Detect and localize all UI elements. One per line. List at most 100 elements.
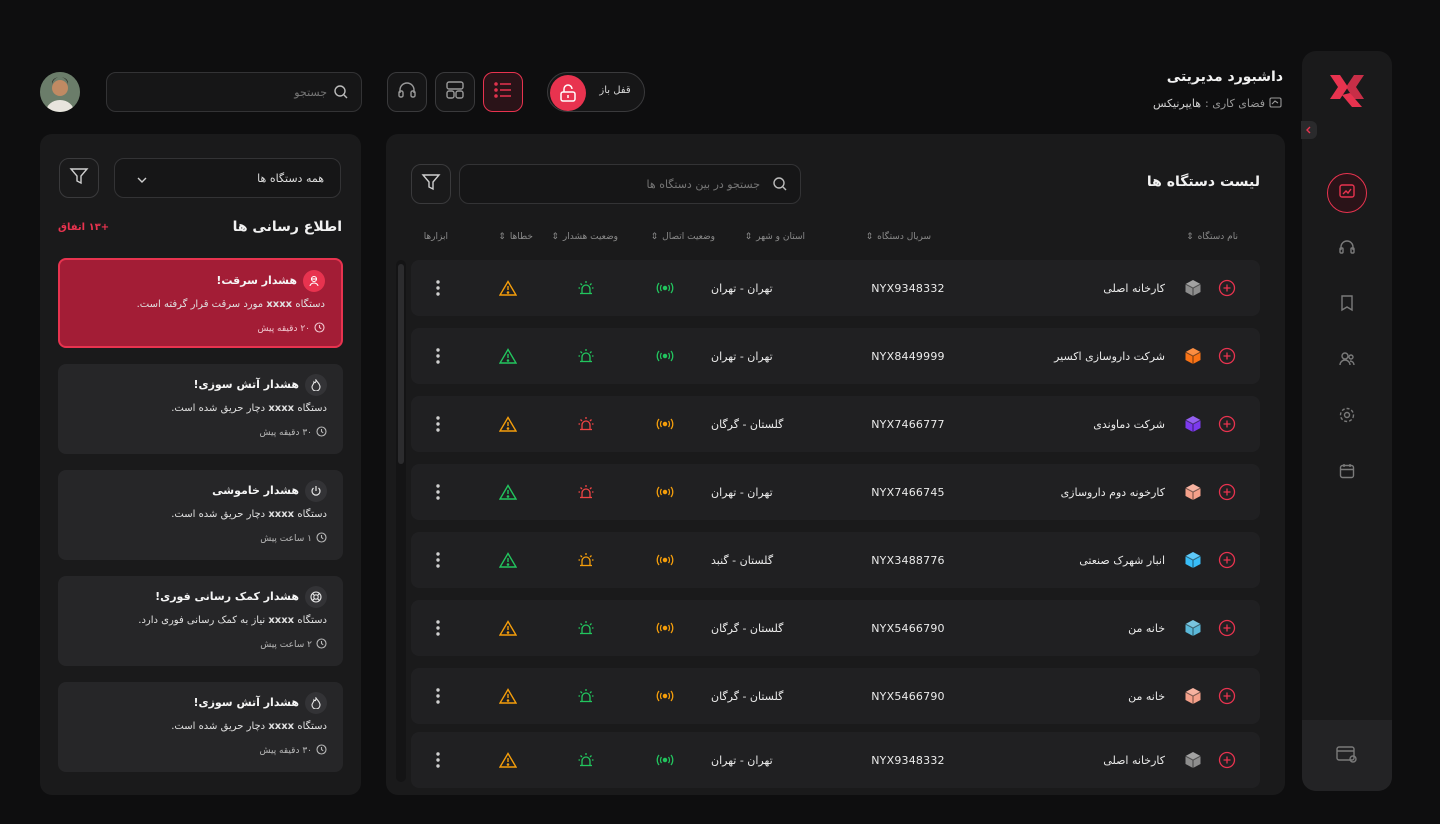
col-header-city[interactable]: استان و شهر ⇕ — [745, 232, 805, 242]
headset-icon — [397, 80, 417, 104]
sidebar-item-settings[interactable] — [1327, 397, 1367, 437]
fire-icon — [305, 374, 327, 396]
col-header-name[interactable]: نام دستگاه ⇕ — [1186, 232, 1238, 242]
more-options-icon[interactable] — [429, 732, 447, 788]
add-icon[interactable] — [1218, 600, 1236, 656]
add-icon[interactable] — [1218, 732, 1236, 788]
notification-title: هشدار خاموشی — [212, 484, 299, 497]
device-city: تهران - تهران — [711, 753, 773, 767]
device-select-value: همه دستگاه ها — [257, 172, 324, 185]
more-options-icon[interactable] — [429, 532, 447, 588]
notification-card[interactable]: هشدار سرقت! دستگاه xxxx مورد سرقت قرار گ… — [58, 258, 343, 348]
device-select[interactable]: همه دستگاه ها — [114, 158, 341, 198]
signal-icon — [653, 600, 677, 656]
col-header-connection[interactable]: وضعیت اتصال ⇕ — [651, 232, 715, 242]
sidebar-bottom-settings[interactable] — [1302, 720, 1392, 791]
device-serial: NYX9348332 — [871, 281, 945, 295]
device-serial: NYX3488776 — [871, 553, 945, 567]
warning-icon — [496, 328, 520, 384]
notification-filter-button[interactable] — [59, 158, 99, 198]
device-cube-icon — [1184, 732, 1202, 788]
add-icon[interactable] — [1218, 396, 1236, 452]
table-row[interactable]: کارخانه اصلی NYX9348332 تهران - تهران — [411, 732, 1260, 788]
device-city: گلستان - گنبد — [711, 553, 774, 567]
global-search[interactable] — [106, 72, 362, 112]
sidebar-item-docs[interactable] — [1327, 285, 1367, 325]
add-icon[interactable] — [1218, 260, 1236, 316]
sidebar-item-calendar[interactable] — [1327, 453, 1367, 493]
sort-icon: ⇕ — [650, 232, 659, 242]
col-header-tools: ابزارها — [423, 232, 448, 242]
notification-body: دستگاه xxxx دچار حریق شده است. — [171, 509, 327, 520]
col-header-alarm[interactable]: وضعیت هشدار ⇕ — [551, 232, 618, 242]
table-row[interactable]: خانه من NYX5466790 گلستان - گرگان — [411, 600, 1260, 656]
collapse-sidebar-button[interactable] — [1301, 121, 1317, 139]
col-header-errors[interactable]: خطاها ⇕ — [498, 232, 533, 242]
table-row[interactable]: شرکت دماوندی NYX7466777 گلستان - گرگان — [411, 396, 1260, 452]
device-filter-button[interactable] — [411, 164, 451, 204]
add-icon[interactable] — [1218, 464, 1236, 520]
more-options-icon[interactable] — [429, 260, 447, 316]
more-options-icon[interactable] — [429, 396, 447, 452]
headset-button[interactable] — [387, 72, 427, 112]
clock-icon — [316, 426, 327, 440]
sidebar-item-support[interactable] — [1327, 229, 1367, 269]
list-view-button[interactable] — [483, 72, 523, 112]
lock-toggle-button[interactable]: قفل باز — [547, 72, 645, 112]
add-icon[interactable] — [1218, 668, 1236, 724]
siren-icon — [574, 532, 598, 588]
table-row[interactable]: خانه من NYX5466790 گلستان - گرگان — [411, 668, 1260, 724]
avatar[interactable] — [40, 72, 80, 112]
device-city: تهران - تهران — [711, 349, 773, 363]
notification-card[interactable]: هشدار آتش سوزی! دستگاه xxxx دچار حریق شد… — [58, 682, 343, 772]
notification-title: هشدار سرقت! — [216, 274, 297, 287]
page-title: داشبورد مدیریتی — [1166, 69, 1283, 85]
notification-card[interactable]: هشدار کمک رسانی فوری! دستگاه xxxx نیاز ب… — [58, 576, 343, 666]
siren-icon — [574, 396, 598, 452]
sidebar-item-dashboard[interactable] — [1327, 173, 1367, 213]
table-row[interactable]: شرکت داروسازی اکسیر NYX8449999 تهران - ت… — [411, 328, 1260, 384]
table-row[interactable]: کارخونه دوم داروسازی NYX7466745 تهران - … — [411, 464, 1260, 520]
device-search-input[interactable] — [470, 165, 760, 203]
more-options-icon[interactable] — [429, 328, 447, 384]
sidebar-item-users[interactable] — [1327, 341, 1367, 381]
device-name: شرکت دماوندی — [1093, 417, 1165, 431]
notification-time: ۳۰ دقیقه پیش — [260, 744, 328, 758]
workspace-name[interactable]: هایپرنیکس — [1153, 97, 1201, 110]
device-cube-icon — [1184, 532, 1202, 588]
signal-icon — [653, 668, 677, 724]
scrollbar[interactable] — [396, 260, 406, 782]
device-city: تهران - تهران — [711, 281, 773, 295]
notification-title: هشدار کمک رسانی فوری! — [155, 590, 299, 603]
add-icon[interactable] — [1218, 532, 1236, 588]
col-header-serial[interactable]: سریال دستگاه ⇕ — [866, 232, 931, 242]
table-row[interactable]: انبار شهرک صنعتی NYX3488776 گلستان - گنب… — [411, 532, 1260, 588]
more-options-icon[interactable] — [429, 600, 447, 656]
device-serial: NYX9348332 — [871, 753, 945, 767]
sort-icon: ⇕ — [551, 232, 559, 242]
more-options-icon[interactable] — [429, 668, 447, 724]
search-input[interactable] — [117, 73, 327, 111]
more-options-icon[interactable] — [429, 464, 447, 520]
notification-time: ۲۰ دقیقه پیش — [258, 322, 326, 336]
device-cube-icon — [1184, 464, 1202, 520]
device-city: گلستان - گرگان — [711, 417, 784, 431]
grid-view-button[interactable] — [435, 72, 475, 112]
notification-card[interactable]: هشدار آتش سوزی! دستگاه xxxx دچار حریق شد… — [58, 364, 343, 454]
device-search[interactable] — [459, 164, 801, 204]
table-row[interactable]: کارخانه اصلی NYX9348332 تهران - تهران — [411, 260, 1260, 316]
notifications-count[interactable]: +۱۳ اتفاق — [58, 222, 109, 233]
workspace-label: فضای کاری : — [1205, 97, 1265, 110]
notification-card[interactable]: هشدار خاموشی دستگاه xxxx دچار حریق شده ا… — [58, 470, 343, 560]
notification-title: هشدار آتش سوزی! — [193, 696, 299, 709]
thief-icon — [303, 270, 325, 292]
device-serial: NYX5466790 — [871, 689, 945, 703]
device-city: تهران - تهران — [711, 485, 773, 499]
calendar-icon — [1338, 462, 1356, 484]
device-name: کارخانه اصلی — [1103, 753, 1165, 767]
signal-icon — [653, 532, 677, 588]
lock-label: قفل باز — [599, 85, 631, 96]
add-icon[interactable] — [1218, 328, 1236, 384]
scrollbar-thumb[interactable] — [398, 264, 404, 464]
sort-icon: ⇕ — [865, 232, 874, 242]
